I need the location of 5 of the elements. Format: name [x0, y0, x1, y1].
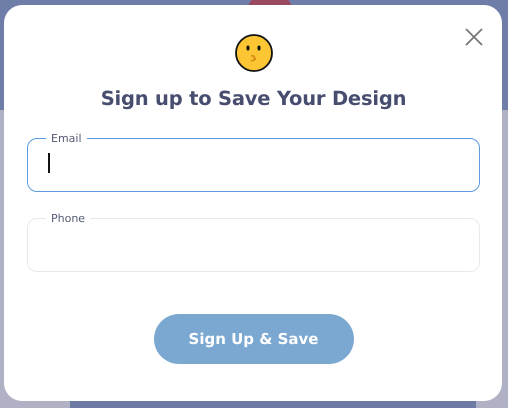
input-field[interactable]: Phone [27, 212, 480, 272]
dialog-title: Sign up to Save Your Design [100, 87, 406, 110]
input-field[interactable]: Email [27, 132, 480, 192]
kissing-face-icon [234, 33, 274, 73]
close-icon[interactable] [465, 28, 483, 46]
